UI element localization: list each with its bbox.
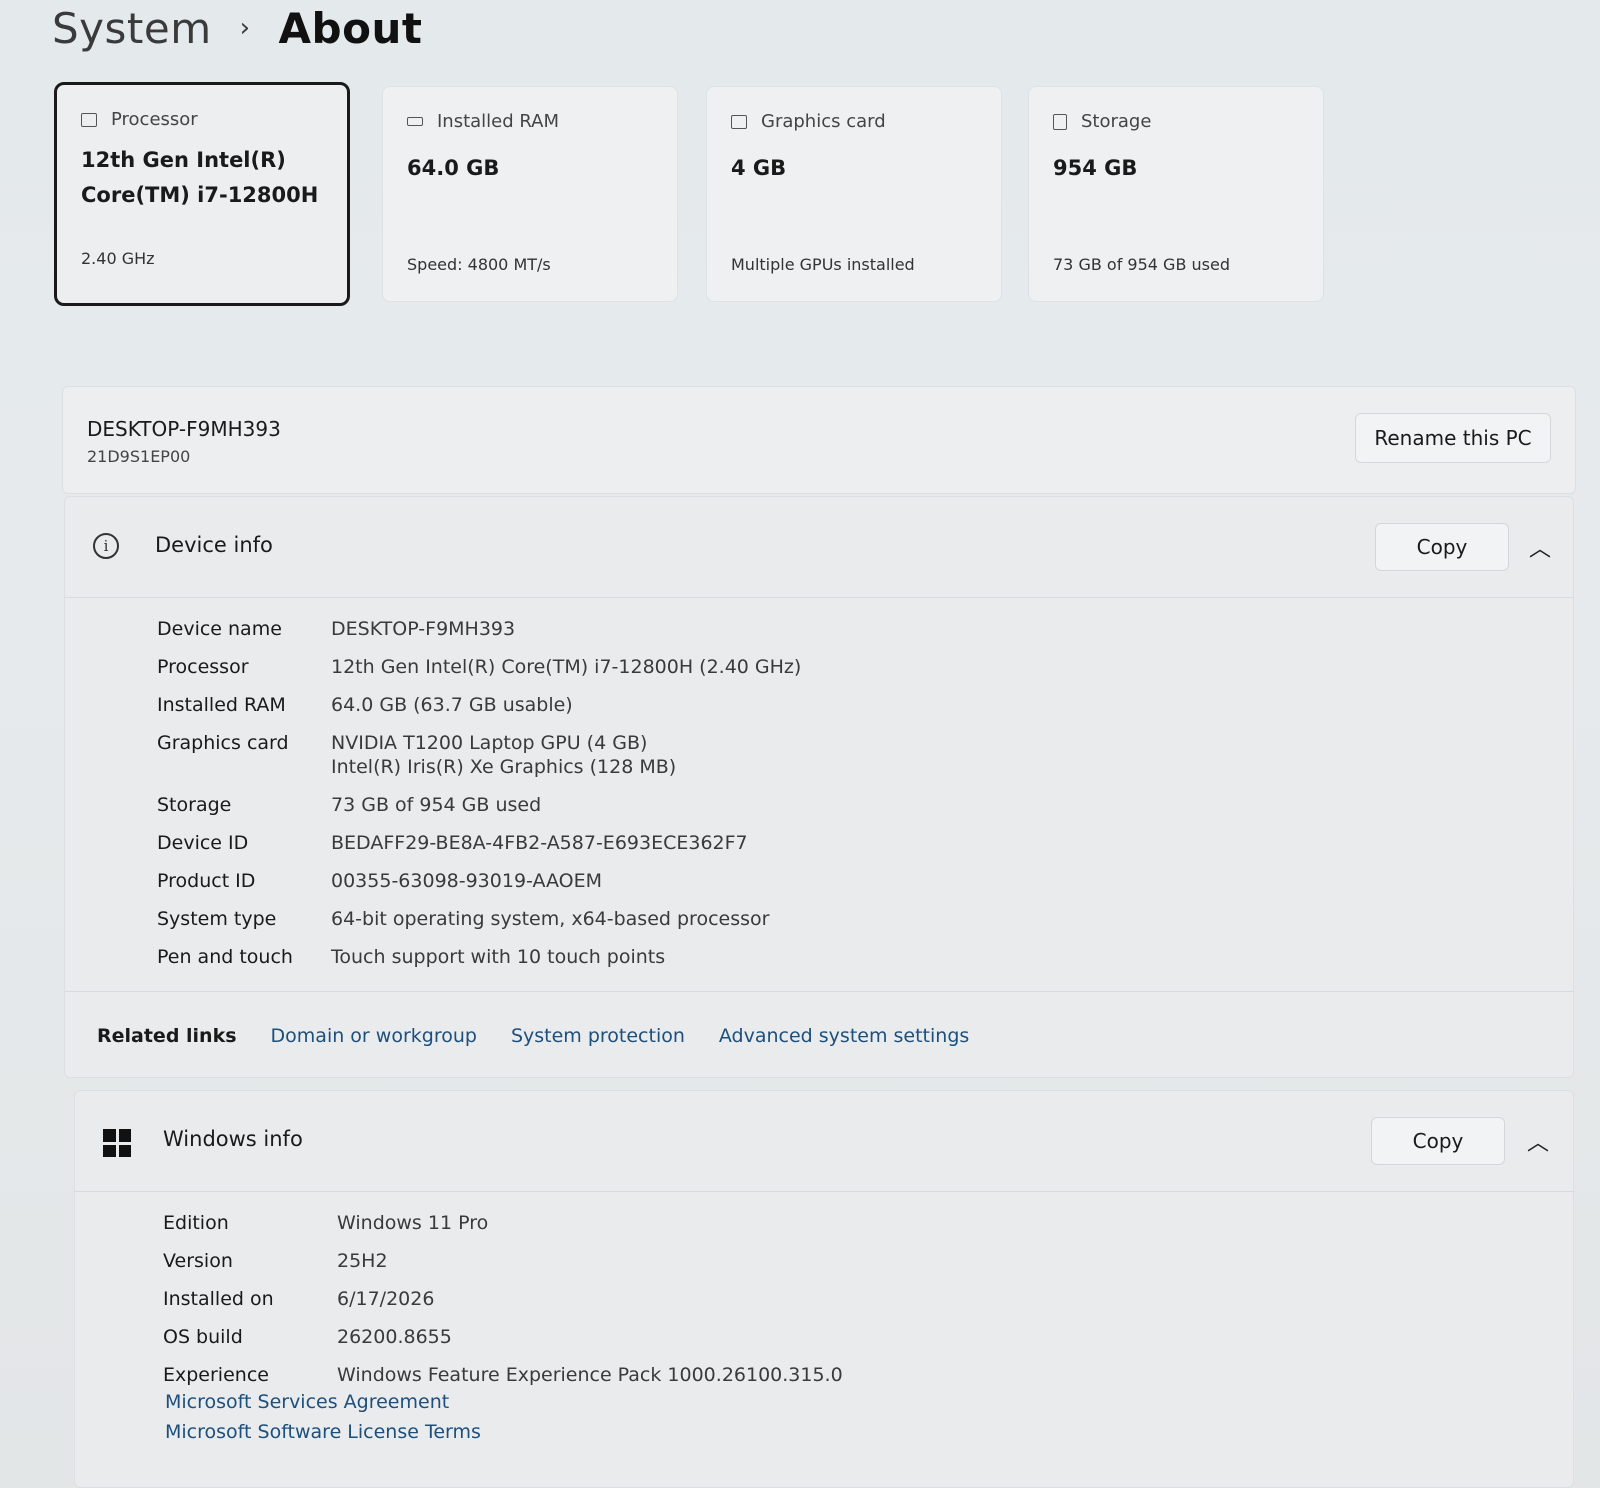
list-item: Pen and touch Touch support with 10 touc… <box>157 945 801 969</box>
microsoft-services-agreement-link[interactable]: Microsoft Services Agreement <box>165 1391 481 1413</box>
list-item: Device ID BEDAFF29-BE8A-4FB2-A587-E693EC… <box>157 831 801 855</box>
list-item: Storage 73 GB of 954 GB used <box>157 793 801 817</box>
pen-and-touch-value: Touch support with 10 touch points <box>331 946 666 968</box>
windows-info-title: Windows info <box>163 1127 303 1151</box>
list-item: Graphics card NVIDIA T1200 Laptop GPU (4… <box>157 731 801 779</box>
storage-card-value: 954 GB <box>1053 156 1138 180</box>
ram-icon <box>407 117 423 126</box>
list-item: Device name DESKTOP-F9MH393 <box>157 617 801 641</box>
list-item: System type 64-bit operating system, x64… <box>157 907 801 931</box>
chevron-up-icon[interactable]: ︿ <box>1529 531 1551 563</box>
list-item: Version 25H2 <box>163 1249 843 1273</box>
graphics-card-value-1: NVIDIA T1200 Laptop GPU (4 GB) <box>331 732 648 754</box>
windows-info-links: Microsoft Services Agreement Microsoft S… <box>165 1391 481 1451</box>
device-info-rows: Device name DESKTOP-F9MH393 Processor 12… <box>157 617 801 983</box>
related-links-bar: Related links Domain or workgroup System… <box>65 991 1573 1080</box>
list-item: Product ID 00355-63098-93019-AAOEM <box>157 869 801 893</box>
graphics-card-label: Graphics card <box>761 111 886 132</box>
list-item: Processor 12th Gen Intel(R) Core(TM) i7-… <box>157 655 801 679</box>
processor-value: 12th Gen Intel(R) Core(TM) i7-12800H (2.… <box>331 656 802 678</box>
edition-value: Windows 11 Pro <box>337 1212 489 1234</box>
device-id-value: BEDAFF29-BE8A-4FB2-A587-E693ECE362F7 <box>331 832 748 854</box>
graphics-card-icon <box>731 114 747 129</box>
list-item: Edition Windows 11 Pro <box>163 1211 843 1235</box>
ram-card-label: Installed RAM <box>437 111 560 132</box>
storage-key: Storage <box>157 794 232 816</box>
device-name-value: DESKTOP-F9MH393 <box>331 618 516 640</box>
rename-pc-button[interactable]: Rename this PC <box>1355 413 1551 463</box>
experience-key: Experience <box>163 1364 269 1386</box>
storage-card-label: Storage <box>1081 111 1152 132</box>
list-item: Installed RAM 64.0 GB (63.7 GB usable) <box>157 693 801 717</box>
device-id-key: Device ID <box>157 832 249 854</box>
device-info-panel: i Device info Copy ︿ Device name DESKTOP… <box>64 496 1574 1078</box>
info-icon: i <box>93 533 119 559</box>
system-protection-link[interactable]: System protection <box>511 1025 685 1047</box>
pc-name-panel: DESKTOP-F9MH393 21D9S1EP00 Rename this P… <box>62 386 1576 494</box>
installed-on-value: 6/17/2026 <box>337 1288 435 1310</box>
processor-card-value: 12th Gen Intel(R) Core(TM) i7-12800H <box>81 148 319 207</box>
graphics-card-value-2: Intel(R) Iris(R) Xe Graphics (128 MB) <box>331 756 677 778</box>
version-value: 25H2 <box>337 1250 388 1272</box>
breadcrumb-parent[interactable]: System <box>52 4 212 53</box>
device-info-header[interactable]: i Device info Copy ︿ <box>65 497 1573 598</box>
advanced-system-settings-link[interactable]: Advanced system settings <box>719 1025 969 1047</box>
installed-ram-value: 64.0 GB (63.7 GB usable) <box>331 694 573 716</box>
storage-value: 73 GB of 954 GB used <box>331 794 542 816</box>
pen-and-touch-key: Pen and touch <box>157 946 293 968</box>
ram-card[interactable]: Installed RAM 64.0 GB Speed: 4800 MT/s <box>382 86 678 302</box>
windows-info-rows: Edition Windows 11 Pro Version 25H2 Inst… <box>163 1211 843 1401</box>
graphics-card-card[interactable]: Graphics card 4 GB Multiple GPUs install… <box>706 86 1002 302</box>
system-type-value: 64-bit operating system, x64-based proce… <box>331 908 770 930</box>
installed-ram-key: Installed RAM <box>157 694 286 716</box>
installed-on-key: Installed on <box>163 1288 274 1310</box>
processor-card[interactable]: Processor 12th Gen Intel(R) Core(TM) i7-… <box>54 82 350 306</box>
windows-logo-icon <box>103 1129 131 1157</box>
graphics-card-value: 4 GB <box>731 156 787 180</box>
chevron-up-icon[interactable]: ︿ <box>1527 1125 1549 1157</box>
processor-card-sub: 2.40 GHz <box>81 249 155 268</box>
list-item: Installed on 6/17/2026 <box>163 1287 843 1311</box>
storage-icon <box>1053 113 1067 130</box>
list-item: OS build 26200.8655 <box>163 1325 843 1349</box>
processor-card-label: Processor <box>111 109 198 130</box>
storage-card[interactable]: Storage 954 GB 73 GB of 954 GB used <box>1028 86 1324 302</box>
ram-card-value: 64.0 GB <box>407 156 500 180</box>
graphics-card-key: Graphics card <box>157 732 289 754</box>
microsoft-software-license-terms-link[interactable]: Microsoft Software License Terms <box>165 1421 481 1443</box>
experience-value: Windows Feature Experience Pack 1000.261… <box>337 1364 843 1386</box>
related-links-label: Related links <box>97 1025 237 1047</box>
windows-info-panel: Windows info Copy ︿ Edition Windows 11 P… <box>74 1090 1574 1488</box>
graphics-card-sub: Multiple GPUs installed <box>731 255 915 274</box>
processor-key: Processor <box>157 656 249 678</box>
breadcrumb-separator-icon: › <box>239 13 251 43</box>
device-name-key: Device name <box>157 618 282 640</box>
device-info-copy-button[interactable]: Copy <box>1375 523 1509 571</box>
windows-info-header[interactable]: Windows info Copy ︿ <box>75 1091 1573 1192</box>
pc-model: 21D9S1EP00 <box>87 447 191 466</box>
ram-card-sub: Speed: 4800 MT/s <box>407 255 551 274</box>
product-id-key: Product ID <box>157 870 256 892</box>
breadcrumb: System › About <box>52 0 422 56</box>
product-id-value: 00355-63098-93019-AAOEM <box>331 870 603 892</box>
list-item: Experience Windows Feature Experience Pa… <box>163 1363 843 1387</box>
storage-card-sub: 73 GB of 954 GB used <box>1053 255 1230 274</box>
version-key: Version <box>163 1250 233 1272</box>
domain-or-workgroup-link[interactable]: Domain or workgroup <box>271 1025 477 1047</box>
processor-icon <box>81 112 97 127</box>
os-build-value: 26200.8655 <box>337 1326 452 1348</box>
windows-info-copy-button[interactable]: Copy <box>1371 1117 1505 1165</box>
page-title: About <box>278 3 423 53</box>
os-build-key: OS build <box>163 1326 243 1348</box>
edition-key: Edition <box>163 1212 229 1234</box>
device-info-title: Device info <box>155 533 273 557</box>
system-type-key: System type <box>157 908 277 930</box>
pc-name: DESKTOP-F9MH393 <box>87 417 281 441</box>
